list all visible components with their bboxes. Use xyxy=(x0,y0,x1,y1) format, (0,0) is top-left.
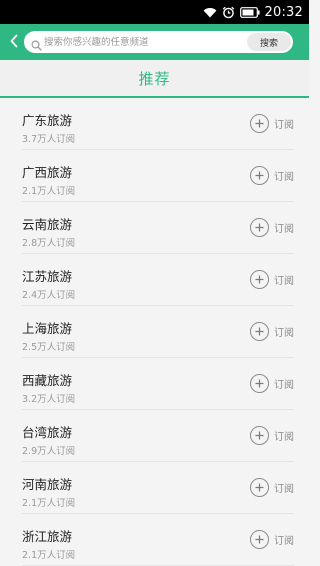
subscribe-label: 订阅 xyxy=(274,119,294,131)
subscribe-label: 订阅 xyxy=(274,275,294,287)
subscriber-count: 2.1万人订阅 xyxy=(22,186,76,197)
subscribe-button[interactable]: 订阅 xyxy=(250,269,294,289)
plus-circle-icon xyxy=(250,269,269,289)
plus-circle-icon xyxy=(250,165,269,185)
channel-item[interactable]: 西藏旅游 3.2万人订阅 订阅 xyxy=(22,358,294,410)
plus-circle-icon xyxy=(250,321,269,341)
channel-name: 广西旅游 xyxy=(22,165,73,180)
section-title: 推荐 xyxy=(138,69,171,88)
channel-item[interactable]: 台湾旅游 2.9万人订阅 订阅 xyxy=(22,410,294,462)
plus-circle-icon xyxy=(250,113,269,133)
channel-item[interactable]: 云南旅游 2.8万人订阅 订阅 xyxy=(22,202,294,254)
channel-name: 西藏旅游 xyxy=(22,373,73,388)
back-button[interactable] xyxy=(4,30,24,54)
subscribe-button[interactable]: 订阅 xyxy=(250,217,294,237)
subscribe-label: 订阅 xyxy=(274,223,294,235)
subscriber-count: 2.8万人订阅 xyxy=(22,238,76,249)
subscriber-count: 3.7万人订阅 xyxy=(22,134,76,145)
subscribe-button[interactable]: 订阅 xyxy=(250,321,294,341)
subscribe-label: 订阅 xyxy=(274,483,294,495)
subscriber-count: 3.2万人订阅 xyxy=(22,394,76,405)
subscribe-label: 订阅 xyxy=(274,535,294,547)
status-time: 20:32 xyxy=(264,4,303,20)
subscribe-button[interactable]: 订阅 xyxy=(250,113,294,133)
subscribe-button[interactable]: 订阅 xyxy=(250,165,294,185)
search-input[interactable] xyxy=(44,33,244,51)
subscribe-label: 订阅 xyxy=(274,327,294,339)
channel-name: 上海旅游 xyxy=(22,321,73,336)
subscriber-count: 2.4万人订阅 xyxy=(22,290,76,301)
subscriber-count: 2.5万人订阅 xyxy=(22,342,76,353)
status-bar: 20:32 xyxy=(0,0,309,24)
channel-name: 云南旅游 xyxy=(22,217,73,232)
search-box: 搜索 xyxy=(24,31,293,53)
search-icon xyxy=(31,36,42,55)
channel-item[interactable]: 浙江旅游 2.1万人订阅 订阅 xyxy=(22,514,294,566)
section-header: 推荐 xyxy=(0,60,309,98)
subscribe-button[interactable]: 订阅 xyxy=(250,425,294,445)
search-button[interactable]: 搜索 xyxy=(247,33,291,51)
plus-circle-icon xyxy=(250,217,269,237)
wifi-icon xyxy=(203,7,217,18)
channel-name: 浙江旅游 xyxy=(22,529,73,544)
back-arrow-icon xyxy=(9,33,19,52)
channel-item[interactable]: 广西旅游 2.1万人订阅 订阅 xyxy=(22,150,294,202)
plus-circle-icon xyxy=(250,373,269,393)
alarm-icon xyxy=(222,6,235,19)
channel-item[interactable]: 河南旅游 2.1万人订阅 订阅 xyxy=(22,462,294,514)
channel-name: 江苏旅游 xyxy=(22,269,73,284)
subscribe-label: 订阅 xyxy=(274,171,294,183)
channel-name: 河南旅游 xyxy=(22,477,73,492)
subscriber-count: 2.1万人订阅 xyxy=(22,550,76,561)
channel-list: 广东旅游 3.7万人订阅 订阅 广西旅游 2.1万人订阅 订阅 云南旅游 2.8… xyxy=(0,98,309,566)
subscribe-label: 订阅 xyxy=(274,379,294,391)
subscribe-button[interactable]: 订阅 xyxy=(250,373,294,393)
channel-item[interactable]: 江苏旅游 2.4万人订阅 订阅 xyxy=(22,254,294,306)
subscriber-count: 2.9万人订阅 xyxy=(22,446,76,457)
channel-item[interactable]: 广东旅游 3.7万人订阅 订阅 xyxy=(22,98,294,150)
channel-item[interactable]: 上海旅游 2.5万人订阅 订阅 xyxy=(22,306,294,358)
subscribe-button[interactable]: 订阅 xyxy=(250,477,294,497)
top-bar: 搜索 xyxy=(0,24,309,60)
plus-circle-icon xyxy=(250,477,269,497)
subscribe-label: 订阅 xyxy=(274,431,294,443)
channel-name: 台湾旅游 xyxy=(22,425,73,440)
battery-icon xyxy=(239,6,260,18)
subscriber-count: 2.1万人订阅 xyxy=(22,498,76,509)
plus-circle-icon xyxy=(250,425,269,445)
plus-circle-icon xyxy=(250,529,269,549)
channel-name: 广东旅游 xyxy=(22,113,73,128)
subscribe-button[interactable]: 订阅 xyxy=(250,529,294,549)
